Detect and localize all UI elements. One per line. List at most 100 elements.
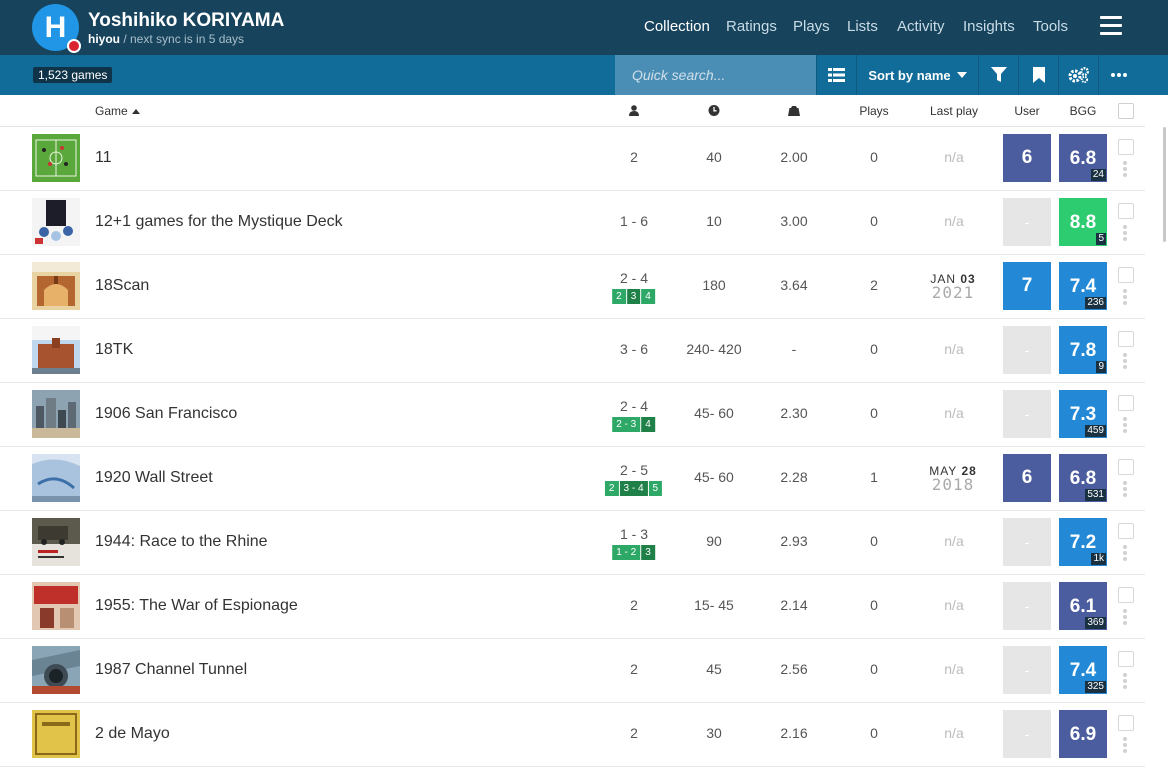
- row-menu-icon[interactable]: [1123, 609, 1127, 627]
- row-menu-icon[interactable]: [1123, 673, 1127, 691]
- game-thumbnail[interactable]: [32, 390, 80, 438]
- column-last-play[interactable]: Last play: [930, 104, 978, 118]
- more-options-button[interactable]: [1098, 55, 1138, 95]
- row-checkbox[interactable]: [1118, 331, 1134, 347]
- row-menu-icon[interactable]: [1123, 481, 1127, 499]
- user-rating[interactable]: 6: [1003, 454, 1051, 502]
- column-bgg-rating[interactable]: BGG: [1070, 104, 1097, 118]
- row-menu-icon[interactable]: [1123, 737, 1127, 755]
- list-view-button[interactable]: [816, 55, 856, 95]
- user-rating[interactable]: -: [1003, 326, 1051, 374]
- bgg-rating[interactable]: 8.8 5: [1059, 198, 1107, 246]
- hamburger-menu-icon[interactable]: [1100, 16, 1122, 36]
- game-name[interactable]: 1955: The War of Espionage: [95, 597, 298, 615]
- user-name[interactable]: Yoshihiko KORIYAMA: [88, 10, 284, 32]
- bgg-rating[interactable]: 7.4 325: [1059, 646, 1107, 694]
- table-row[interactable]: 1920 Wall Street 2 - 523 - 4 5 45- 60 2.28 1 M…: [0, 447, 1145, 511]
- row-menu-icon[interactable]: [1123, 545, 1127, 563]
- game-thumbnail[interactable]: [32, 518, 80, 566]
- column-plays[interactable]: Plays: [859, 104, 888, 118]
- quick-search-input[interactable]: [615, 55, 816, 95]
- game-thumbnail[interactable]: [32, 710, 80, 758]
- table-row[interactable]: 18Scan 2 - 4 2 3 4 180 3.64 2 JAN 03 2021 7 7.4 236: [0, 255, 1145, 319]
- row-checkbox[interactable]: [1118, 267, 1134, 283]
- user-rating[interactable]: -: [1003, 646, 1051, 694]
- nav-lists[interactable]: Lists: [847, 18, 878, 35]
- nav-plays[interactable]: Plays: [793, 18, 830, 35]
- bgg-rating[interactable]: 7.2 1k: [1059, 518, 1107, 566]
- column-game[interactable]: Game: [95, 104, 140, 118]
- filter-button[interactable]: [978, 55, 1018, 95]
- user-rating[interactable]: 6: [1003, 134, 1051, 182]
- last-play-na: n/a: [944, 405, 964, 421]
- scrollbar[interactable]: [1161, 127, 1168, 733]
- game-thumbnail[interactable]: [32, 262, 80, 310]
- row-menu-icon[interactable]: [1123, 161, 1127, 179]
- settings-button[interactable]: [1058, 55, 1098, 95]
- user-rating[interactable]: 7: [1003, 262, 1051, 310]
- game-name[interactable]: 11: [95, 149, 112, 167]
- nav-activity[interactable]: Activity: [897, 18, 945, 35]
- sort-dropdown[interactable]: Sort by name: [856, 55, 978, 95]
- user-rating[interactable]: -: [1003, 582, 1051, 630]
- game-thumbnail[interactable]: [32, 454, 80, 502]
- table-row[interactable]: 1906 San Francisco 2 - 4 2 - 3 4 45- 60 2.30 0…: [0, 383, 1145, 447]
- user-rating[interactable]: -: [1003, 710, 1051, 758]
- row-checkbox[interactable]: [1118, 715, 1134, 731]
- row-checkbox[interactable]: [1118, 651, 1134, 667]
- row-checkbox[interactable]: [1118, 139, 1134, 155]
- column-players[interactable]: [629, 105, 639, 119]
- game-name[interactable]: 18TK: [95, 341, 133, 359]
- bgg-rating[interactable]: 7.8 9: [1059, 326, 1107, 374]
- column-playtime[interactable]: [708, 105, 720, 119]
- user-rating[interactable]: -: [1003, 390, 1051, 438]
- user-rating[interactable]: -: [1003, 518, 1051, 566]
- game-thumbnail[interactable]: [32, 134, 80, 182]
- nav-tools[interactable]: Tools: [1033, 18, 1068, 35]
- game-name[interactable]: 1944: Race to the Rhine: [95, 533, 268, 551]
- table-row[interactable]: 2 de Mayo 2 30 2.16 0 n/a -6.9: [0, 703, 1145, 767]
- game-name[interactable]: 18Scan: [95, 277, 149, 295]
- nav-collection[interactable]: Collection: [644, 18, 710, 35]
- table-row[interactable]: 1955: The War of Espionage 2 15- 45 2.14 0 n/…: [0, 575, 1145, 639]
- user-rating[interactable]: -: [1003, 198, 1051, 246]
- row-menu-icon[interactable]: [1123, 417, 1127, 435]
- table-row[interactable]: 1944: Race to the Rhine 1 - 3 1 - 2 3 90 2.93…: [0, 511, 1145, 575]
- column-user-rating[interactable]: User: [1014, 104, 1039, 118]
- game-name[interactable]: 1987 Channel Tunnel: [95, 661, 247, 679]
- username[interactable]: hiyou: [88, 32, 120, 46]
- table-row[interactable]: 12+1 games for the Mystique Deck 1 - 6 10 3…: [0, 191, 1145, 255]
- table-row[interactable]: 18TK 3 - 6 240- 420-0 n/a -7.8 9: [0, 319, 1145, 383]
- bgg-rating[interactable]: 6.8 531: [1059, 454, 1107, 502]
- nav-ratings[interactable]: Ratings: [726, 18, 777, 35]
- game-name[interactable]: 1906 San Francisco: [95, 405, 237, 423]
- user-avatar[interactable]: H: [32, 4, 81, 53]
- row-checkbox[interactable]: [1118, 395, 1134, 411]
- scrollbar-thumb[interactable]: [1163, 127, 1166, 242]
- game-thumbnail[interactable]: [32, 326, 80, 374]
- row-menu-icon[interactable]: [1123, 225, 1127, 243]
- row-checkbox[interactable]: [1118, 459, 1134, 475]
- bgg-rating[interactable]: 6.8 24: [1059, 134, 1107, 182]
- row-checkbox[interactable]: [1118, 203, 1134, 219]
- table-row[interactable]: 11 2 40 2.00 0 n/a 6 6.8 24: [0, 127, 1145, 191]
- row-menu-icon[interactable]: [1123, 289, 1127, 307]
- row-menu-icon[interactable]: [1123, 353, 1127, 371]
- row-checkbox[interactable]: [1118, 587, 1134, 603]
- game-name[interactable]: 2 de Mayo: [95, 725, 170, 743]
- game-thumbnail[interactable]: [32, 582, 80, 630]
- column-weight[interactable]: [788, 105, 800, 119]
- bgg-rating[interactable]: 7.4 236: [1059, 262, 1107, 310]
- bookmark-button[interactable]: [1018, 55, 1058, 95]
- game-thumbnail[interactable]: [32, 198, 80, 246]
- table-row[interactable]: 1987 Channel Tunnel 2 45 2.56 0 n/a -7.4 325: [0, 639, 1145, 703]
- select-all-checkbox[interactable]: [1118, 103, 1134, 119]
- nav-insights[interactable]: Insights: [963, 18, 1015, 35]
- row-checkbox[interactable]: [1118, 523, 1134, 539]
- bgg-rating[interactable]: 6.1 369: [1059, 582, 1107, 630]
- game-name[interactable]: 12+1 games for the Mystique Deck: [95, 213, 343, 231]
- game-name[interactable]: 1920 Wall Street: [95, 469, 213, 487]
- bgg-rating[interactable]: 6.9: [1059, 710, 1107, 758]
- game-thumbnail[interactable]: [32, 646, 80, 694]
- bgg-rating[interactable]: 7.3 459: [1059, 390, 1107, 438]
